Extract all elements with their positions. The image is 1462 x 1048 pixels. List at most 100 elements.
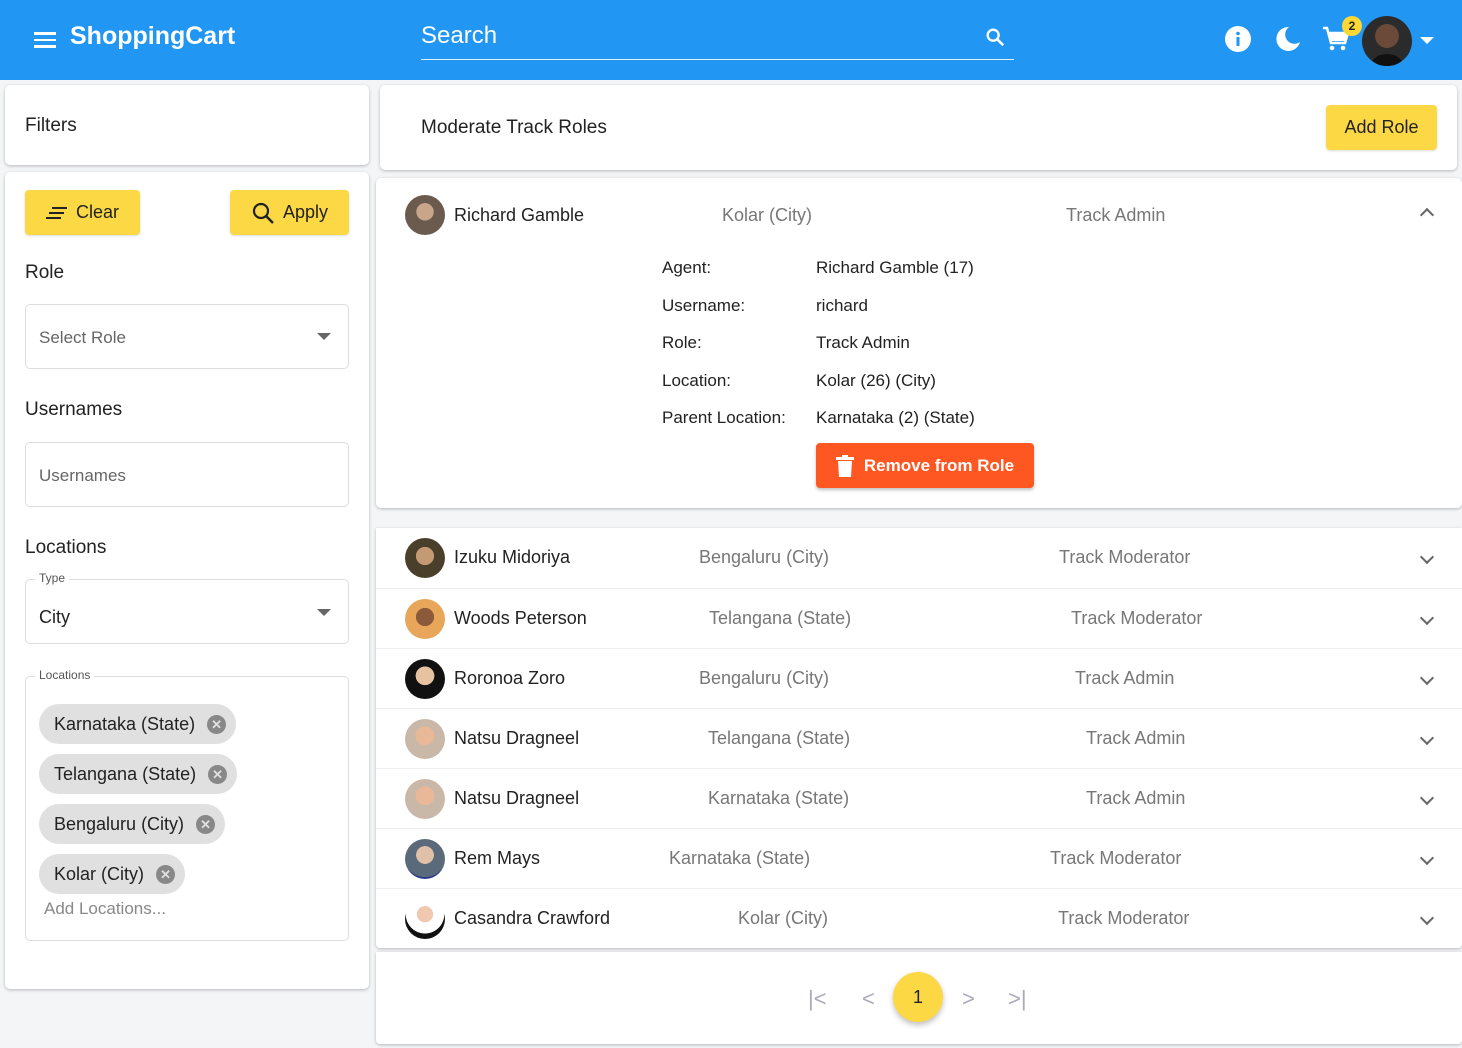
agent-name: Roronoa Zoro [454, 668, 566, 688]
table-row[interactable]: Natsu Dragneel Telangana (State) Track A… [376, 708, 1462, 768]
agent-name[interactable]: Richard Gamble [454, 205, 584, 226]
search-bar [421, 18, 1014, 60]
avatar [405, 839, 445, 879]
chevron-down-icon[interactable] [1419, 790, 1435, 806]
table-row[interactable]: Casandra Crawford Kolar (City) Track Mod… [376, 888, 1462, 948]
prev-page-button[interactable]: < [862, 986, 875, 1012]
agent-role: Track Admin [1075, 668, 1175, 688]
agent-role: Track Admin [1066, 205, 1166, 225]
locations-chip-input[interactable]: Locations Karnataka (State) ✕ Telangana … [25, 668, 349, 941]
avatar [405, 719, 445, 759]
role-list: Izuku Midoriya Bengaluru (City) Track Mo… [376, 528, 1462, 948]
last-page-button[interactable]: >| [1008, 986, 1027, 1012]
chip-remove-icon[interactable]: ✕ [156, 864, 176, 884]
filters-title: Filters [25, 115, 77, 136]
info-icon[interactable] [1223, 24, 1253, 54]
menu-icon[interactable] [34, 32, 56, 48]
chip-label: Bengaluru (City) [54, 813, 185, 834]
agent-location: Kolar (City) [722, 205, 813, 225]
chevron-down-icon[interactable] [1419, 910, 1435, 926]
page-title: Moderate Track Roles [421, 117, 607, 138]
role-label: Role [25, 262, 65, 283]
chevron-up-icon[interactable] [1419, 207, 1435, 223]
agent-role: Track Admin [1086, 728, 1186, 748]
agent-name: Natsu Dragneel [454, 788, 580, 808]
role-select[interactable]: Select Role [25, 304, 349, 369]
usernames-label: Usernames [25, 399, 123, 420]
moon-icon[interactable] [1273, 24, 1303, 54]
detail-value: Kolar (26) (City) [816, 371, 936, 390]
current-page-button[interactable]: 1 [893, 972, 943, 1022]
agent-role: Track Admin [1086, 788, 1186, 808]
chip-remove-icon[interactable]: ✕ [207, 714, 227, 734]
location-chip: Bengaluru (City) ✕ [39, 804, 226, 844]
detail-value: richard [816, 296, 868, 315]
clear-label: Clear [75, 202, 119, 222]
locations-label: Locations [25, 537, 107, 558]
agent-name: Rem Mays [454, 848, 541, 868]
detail-label: Role: [662, 333, 702, 352]
expanded-role-row: Richard Gamble Kolar (City) Track Admin … [376, 178, 1462, 508]
agent-location: Telangana (State) [708, 728, 851, 748]
user-avatar[interactable] [1362, 16, 1412, 66]
chip-label: Kolar (City) [54, 863, 145, 884]
detail-label: Parent Location: [662, 408, 786, 427]
add-role-button[interactable]: Add Role [1326, 105, 1437, 150]
detail-label: Location: [662, 371, 731, 390]
add-locations-input[interactable]: Add Locations... [44, 899, 166, 919]
chevron-down-icon[interactable] [1419, 730, 1435, 746]
search-icon[interactable] [984, 26, 1006, 48]
filters-panel: Clear Apply Role Select Role Usernames U… [5, 172, 369, 989]
avatar [405, 659, 445, 699]
type-value: City [39, 607, 70, 627]
avatar [405, 599, 445, 639]
chevron-down-icon[interactable] [1419, 850, 1435, 866]
table-row[interactable]: Woods Peterson Telangana (State) Track M… [376, 588, 1462, 648]
remove-label: Remove from Role [863, 455, 1015, 475]
dropdown-arrow-icon [317, 609, 331, 616]
table-row[interactable]: Rem Mays Karnataka (State) Track Moderat… [376, 828, 1462, 888]
caret-down-icon[interactable] [1420, 37, 1434, 44]
clear-button[interactable]: Clear [25, 190, 140, 235]
table-row[interactable]: Natsu Dragneel Karnataka (State) Track A… [376, 768, 1462, 828]
agent-role: Track Moderator [1071, 608, 1203, 628]
apply-label: Apply [282, 202, 329, 222]
detail-value: Richard Gamble (17) [816, 258, 974, 277]
agent-location: Telangana (State) [709, 608, 852, 628]
chip-remove-icon[interactable]: ✕ [196, 814, 216, 834]
chevron-down-icon[interactable] [1419, 549, 1435, 565]
main-header-card: Moderate Track Roles Add Role [380, 85, 1457, 170]
agent-location: Bengaluru (City) [699, 668, 830, 688]
agent-location: Kolar (City) [738, 908, 829, 928]
first-page-button[interactable]: |< [808, 986, 827, 1012]
table-row[interactable]: Roronoa Zoro Bengaluru (City) Track Admi… [376, 648, 1462, 708]
table-row[interactable]: Izuku Midoriya Bengaluru (City) Track Mo… [376, 528, 1462, 588]
chip-label: Telangana (State) [54, 763, 197, 784]
chevron-down-icon[interactable] [1419, 610, 1435, 626]
trash-icon [835, 454, 854, 477]
apply-button[interactable]: Apply [230, 190, 349, 235]
filter-list-icon [45, 206, 67, 219]
chip-label: Karnataka (State) [54, 713, 196, 734]
avatar [405, 779, 445, 819]
agent-role: Track Moderator [1050, 848, 1182, 868]
cart-count-badge: 2 [1342, 16, 1362, 36]
remove-from-role-button[interactable]: Remove from Role [816, 443, 1034, 488]
agent-name: Woods Peterson [454, 608, 587, 628]
chevron-down-icon[interactable] [1419, 670, 1435, 686]
agent-role: Track Moderator [1059, 547, 1191, 567]
locations-legend: Locations [35, 668, 95, 682]
usernames-placeholder: Usernames [39, 466, 126, 485]
location-type-select[interactable]: Type City [25, 571, 349, 644]
avatar [405, 899, 445, 939]
next-page-button[interactable]: > [962, 986, 975, 1012]
search-input[interactable] [421, 18, 961, 50]
brand-title[interactable]: ShoppingCart [70, 22, 235, 51]
avatar [405, 538, 445, 578]
detail-value: Track Admin [816, 333, 910, 352]
detail-label: Username: [662, 296, 746, 315]
agent-location: Karnataka (State) [669, 848, 811, 868]
chip-remove-icon[interactable]: ✕ [208, 764, 228, 784]
usernames-input[interactable]: Usernames [25, 442, 349, 507]
agent-role: Track Moderator [1058, 908, 1190, 928]
